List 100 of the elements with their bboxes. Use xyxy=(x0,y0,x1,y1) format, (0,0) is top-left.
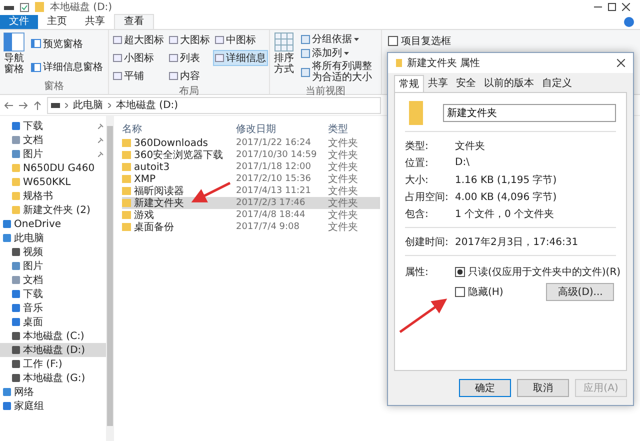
file-row[interactable]: 360安全浏览器下载 2017/10/30 14:59 文件夹 xyxy=(122,149,380,161)
checkbox[interactable] xyxy=(455,267,465,277)
sidebar-item[interactable]: 图片 xyxy=(0,259,106,273)
file-type: 文件夹 xyxy=(328,172,358,186)
view-icon xyxy=(169,72,178,80)
dialog-tab[interactable]: 常规 xyxy=(394,75,424,92)
pin-icon[interactable] xyxy=(98,151,104,157)
pin-icon[interactable] xyxy=(98,137,104,143)
scrollbar[interactable] xyxy=(106,116,114,441)
advanced-button[interactable]: 高级(D)... xyxy=(546,283,614,301)
sidebar-item[interactable]: 工作 (F:) xyxy=(0,357,106,371)
up-icon[interactable] xyxy=(34,100,41,110)
breadcrumb[interactable]: 本地磁盘 (D:) xyxy=(116,98,178,112)
checkbox-icon[interactable] xyxy=(20,2,29,12)
file-name: 福昕阅读器 xyxy=(134,184,184,198)
file-row[interactable]: 桌面备份 2017/7/4 9:08 文件夹 xyxy=(122,221,380,233)
column-header[interactable]: 修改日期 xyxy=(236,122,328,136)
checkbox[interactable] xyxy=(388,36,398,46)
sidebar-item[interactable]: 规格书 xyxy=(0,189,106,203)
sidebar-item[interactable]: 此电脑 xyxy=(0,231,106,245)
chevron-icon[interactable] xyxy=(65,102,68,108)
file-type: 文件夹 xyxy=(328,208,358,222)
ribbon-tab[interactable]: 主页 xyxy=(38,14,76,28)
sidebar-item[interactable]: 文档 xyxy=(0,273,106,287)
sidebar-item[interactable]: 图片 xyxy=(0,147,106,161)
ribbon-tab[interactable]: 共享 xyxy=(76,14,114,28)
file-row[interactable]: 新建文件夹 2017/2/3 17:46 文件夹 xyxy=(122,197,380,209)
pin-icon[interactable] xyxy=(98,123,104,129)
close-icon[interactable] xyxy=(617,59,625,67)
sidebar-item[interactable]: 文档 xyxy=(0,133,106,147)
dialog-tab[interactable]: 共享 xyxy=(424,75,452,92)
layout-option[interactable]: 内容 xyxy=(167,68,212,84)
file-row[interactable]: 360Downloads 2017/1/22 16:24 文件夹 xyxy=(122,137,380,149)
file-date: 2017/10/30 14:59 xyxy=(236,150,318,160)
file-name: 360安全浏览器下载 xyxy=(134,148,224,162)
navigation-pane-button[interactable]: 导航窗格 xyxy=(2,32,26,79)
file-row[interactable]: 游戏 2017/4/8 18:44 文件夹 xyxy=(122,209,380,221)
property-value: 1 个文件，0 个文件夹 xyxy=(455,208,554,220)
view-button[interactable]: 添加列 xyxy=(299,46,379,60)
sidebar-item[interactable]: 新建文件夹 (2) xyxy=(0,203,106,217)
sidebar-item[interactable]: 家庭组 xyxy=(0,399,106,413)
view-button[interactable]: 分组依据 xyxy=(299,32,379,46)
sidebar-item[interactable]: 本地磁盘 (D:) xyxy=(0,343,106,357)
file-name: XMP xyxy=(134,174,156,184)
checkbox-label: 隐藏(H) xyxy=(468,286,504,299)
sidebar-item[interactable]: 视频 xyxy=(0,245,106,259)
file-date: 2017/2/3 17:46 xyxy=(236,198,306,208)
property-label: 创建时间: xyxy=(405,236,450,248)
ribbon-tab[interactable]: 文件 xyxy=(0,14,38,28)
close-icon[interactable] xyxy=(622,3,630,11)
layout-option[interactable]: 大图标 xyxy=(167,32,212,48)
file-name: 桌面备份 xyxy=(134,220,174,234)
pane-icon xyxy=(31,39,41,48)
sidebar-item[interactable]: 下载 xyxy=(0,287,106,301)
breadcrumb[interactable]: 此电脑 xyxy=(73,98,103,112)
sidebar-item[interactable]: 下载 xyxy=(0,119,106,133)
file-type: 文件夹 xyxy=(328,184,358,198)
group-label: 窗格 xyxy=(43,80,65,94)
checkbox[interactable] xyxy=(455,287,465,297)
layout-option[interactable]: 超大图标 xyxy=(111,32,166,48)
column-header[interactable]: 类型 xyxy=(328,122,348,136)
address-bar[interactable]: 此电脑 本地磁盘 (D:) xyxy=(47,96,381,114)
sidebar-item[interactable]: 本地磁盘 (G:) xyxy=(0,371,106,385)
pane-button[interactable]: 详细信息窗格 xyxy=(29,59,105,76)
forward-icon[interactable] xyxy=(19,102,28,108)
pane-button[interactable]: 预览窗格 xyxy=(29,36,105,52)
dialog-button[interactable]: 取消 xyxy=(517,379,569,397)
file-row[interactable]: 福昕阅读器 2017/4/13 11:21 文件夹 xyxy=(122,185,380,197)
chevron-icon[interactable] xyxy=(108,102,111,108)
dialog-tab[interactable]: 以前的版本 xyxy=(480,75,538,92)
layout-option[interactable]: 详细信息 xyxy=(213,50,268,66)
sidebar-item[interactable]: 本地磁盘 (C:) xyxy=(0,329,106,343)
ribbon-tab[interactable]: 查看 xyxy=(114,14,154,30)
file-row[interactable]: XMP 2017/2/10 15:36 文件夹 xyxy=(122,173,380,185)
sidebar-item[interactable]: N650DU G460 xyxy=(0,161,106,175)
view-icon xyxy=(215,54,224,62)
sidebar-item[interactable]: W650KKL xyxy=(0,175,106,189)
property-label: 占用空间: xyxy=(405,190,450,204)
sidebar-item[interactable]: 桌面 xyxy=(0,315,106,329)
property-label: 位置: xyxy=(405,156,430,170)
file-row[interactable]: autoit3 2017/1/18 12:00 文件夹 xyxy=(122,161,380,173)
sidebar-item[interactable]: OneDrive xyxy=(0,217,106,231)
sort-button[interactable]: 排序方式 xyxy=(272,32,296,84)
view-button[interactable]: 将所有列调整为合适的大小 xyxy=(299,60,379,84)
layout-option[interactable]: 中图标 xyxy=(213,32,268,48)
name-field[interactable]: 新建文件夹 xyxy=(443,104,616,122)
file-name: autoit3 xyxy=(134,162,170,172)
back-icon[interactable] xyxy=(4,102,13,108)
dialog-tab[interactable]: 安全 xyxy=(452,75,480,92)
layout-option[interactable]: 列表 xyxy=(167,50,212,66)
column-header[interactable]: 名称 xyxy=(122,122,236,136)
dialog-tab[interactable]: 自定义 xyxy=(538,75,576,92)
dialog-button[interactable]: 确定 xyxy=(459,379,511,397)
file-date: 2017/1/18 12:00 xyxy=(236,162,312,172)
pane-layout-icon xyxy=(3,32,25,52)
maximize-icon[interactable] xyxy=(608,3,616,11)
sidebar-item[interactable]: 音乐 xyxy=(0,301,106,315)
layout-option[interactable]: 平铺 xyxy=(111,68,166,84)
sidebar-item[interactable]: 网络 xyxy=(0,385,106,399)
layout-option[interactable]: 小图标 xyxy=(111,50,166,66)
